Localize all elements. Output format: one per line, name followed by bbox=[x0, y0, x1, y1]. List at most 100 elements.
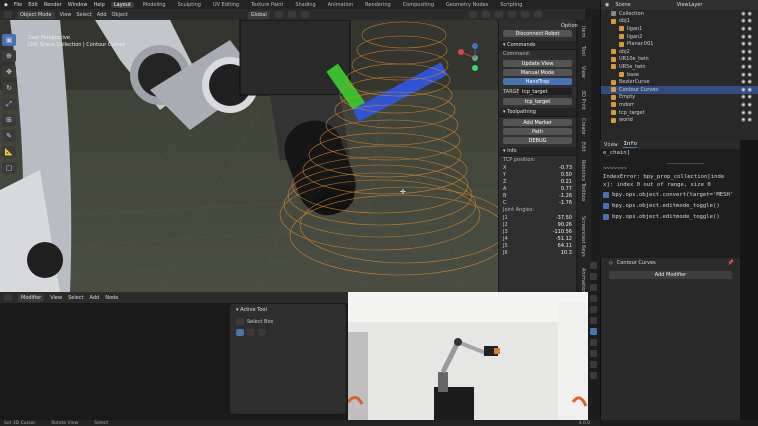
tab-shading[interactable]: Shading bbox=[292, 2, 318, 8]
tab-tool[interactable]: Tool bbox=[580, 46, 586, 56]
outliner-row[interactable]: Empty ◉◉ bbox=[601, 94, 758, 102]
tab-robotics-toolbox[interactable]: Robotics Toolbox bbox=[580, 160, 586, 202]
xray-icon[interactable] bbox=[507, 11, 516, 18]
tcp-target-button[interactable]: tcp_target bbox=[503, 98, 572, 105]
debug-button[interactable]: DEBUG bbox=[503, 137, 572, 144]
select-mode-subtract-icon[interactable] bbox=[258, 329, 266, 336]
select-mode-extend-icon[interactable] bbox=[247, 329, 255, 336]
visibility-toggles[interactable]: ◉◉ bbox=[741, 11, 754, 17]
material-properties-icon[interactable] bbox=[590, 372, 597, 379]
menu-view[interactable]: View bbox=[50, 295, 62, 301]
outliner-row[interactable]: base ◉◉ bbox=[601, 71, 758, 79]
tool-properties-icon[interactable] bbox=[590, 262, 597, 269]
modifier-properties-icon[interactable] bbox=[590, 328, 597, 335]
render-properties-icon[interactable] bbox=[590, 273, 597, 280]
menu-object[interactable]: Object bbox=[112, 12, 128, 18]
add-cube-tool-icon[interactable]: ▢ bbox=[2, 162, 16, 174]
tab-console-info[interactable]: Info bbox=[623, 141, 637, 148]
add-marker-button[interactable]: Add Marker bbox=[503, 119, 572, 126]
tab-edit[interactable]: Edit bbox=[580, 142, 586, 152]
menu-node[interactable]: Node bbox=[105, 295, 118, 301]
tab-compositing[interactable]: Compositing bbox=[400, 2, 437, 8]
outliner-row[interactable]: obj1 ◉◉ bbox=[601, 18, 758, 26]
outliner-row[interactable]: obj2 ◉◉ bbox=[601, 48, 758, 56]
hand-trap-button[interactable]: HandTrap bbox=[503, 78, 572, 85]
tab-3d-print[interactable]: 3D Print bbox=[580, 90, 586, 110]
scale-tool-icon[interactable]: ⤢ bbox=[2, 98, 16, 110]
outliner-row-selected[interactable]: Contour Curves ◉◉ bbox=[601, 85, 758, 94]
tab-screencast-keys[interactable]: Screencast Keys bbox=[580, 216, 586, 257]
orientation-dropdown[interactable]: Global bbox=[247, 10, 270, 19]
tab-view[interactable]: View bbox=[580, 66, 586, 78]
menu-file[interactable]: File bbox=[14, 2, 22, 8]
node-mode-dropdown[interactable]: Modifier bbox=[18, 293, 45, 302]
visibility-toggles[interactable]: ◉◉ bbox=[741, 26, 754, 32]
pivot-icon[interactable] bbox=[274, 11, 283, 18]
tab-uv-editing[interactable]: UV Editing bbox=[210, 2, 242, 8]
tab-item[interactable]: Item bbox=[580, 26, 586, 37]
visibility-toggles[interactable]: ◉◉ bbox=[741, 18, 754, 24]
console-command-row[interactable]: bpy.ops.object.convert(target='MESH' bbox=[600, 189, 740, 200]
navigation-gizmo[interactable] bbox=[455, 40, 485, 80]
mode-dropdown[interactable]: Object Mode bbox=[17, 10, 55, 19]
visibility-toggles[interactable]: ◉◉ bbox=[741, 56, 754, 62]
shading-solid-icon[interactable] bbox=[520, 11, 529, 18]
toolpathing-panel-header[interactable]: ▾ Toolpathing bbox=[499, 108, 576, 117]
data-properties-icon[interactable] bbox=[590, 361, 597, 368]
measure-tool-icon[interactable]: 📐 bbox=[2, 146, 16, 158]
outliner-row[interactable]: Collection ◉◉ bbox=[601, 10, 758, 18]
output-properties-icon[interactable] bbox=[590, 284, 597, 291]
target-field[interactable]: tcp_target bbox=[519, 88, 572, 95]
update-view-button[interactable]: Update View bbox=[503, 60, 572, 67]
outliner-row[interactable]: UR5e_twin ◉◉ bbox=[601, 63, 758, 71]
add-modifier-button[interactable]: Add Modifier bbox=[609, 271, 732, 279]
3d-viewport[interactable]: ▣ ⊕ ✥ ↻ ⤢ ⊞ ✎ 📐 ▢ User Perspective (24) … bbox=[0, 20, 498, 292]
tab-sculpting[interactable]: Sculpting bbox=[175, 2, 204, 8]
path-button[interactable]: Path bbox=[503, 128, 572, 135]
tab-modeling[interactable]: Modeling bbox=[140, 2, 169, 8]
snap-icon[interactable] bbox=[287, 11, 296, 18]
visibility-toggles[interactable]: ◉◉ bbox=[741, 34, 754, 40]
menu-render[interactable]: Render bbox=[44, 2, 62, 8]
manual-mode-button[interactable]: Manual Mode bbox=[503, 69, 572, 76]
constraint-properties-icon[interactable] bbox=[590, 350, 597, 357]
cursor-tool-icon[interactable]: ⊕ bbox=[2, 50, 16, 62]
menu-view[interactable]: View bbox=[60, 12, 72, 18]
scene-icon[interactable]: ◉ bbox=[605, 2, 609, 8]
menu-add[interactable]: Add bbox=[90, 295, 100, 301]
outliner-row[interactable]: Planar.001 ◉◉ bbox=[601, 40, 758, 48]
visibility-toggles[interactable]: ◉◉ bbox=[741, 64, 754, 70]
outliner-row[interactable]: ligan2 ◉◉ bbox=[601, 33, 758, 41]
tab-console-view[interactable]: View bbox=[604, 142, 617, 148]
editor-type-icon[interactable] bbox=[4, 294, 12, 301]
select-mode-set-icon[interactable] bbox=[236, 329, 244, 336]
tab-scripting[interactable]: Scripting bbox=[497, 2, 525, 8]
object-properties-icon[interactable] bbox=[590, 317, 597, 324]
annotate-tool-icon[interactable]: ✎ bbox=[2, 130, 16, 142]
physics-properties-icon[interactable] bbox=[590, 339, 597, 346]
tab-animation[interactable]: Animation bbox=[325, 2, 357, 8]
visibility-toggles[interactable]: ◉◉ bbox=[741, 49, 754, 55]
node-editor[interactable]: Modifier View Select Add Node ▾ Active T… bbox=[0, 292, 348, 420]
outliner-row[interactable]: world ◉◉ bbox=[601, 116, 758, 124]
outliner-row[interactable]: mdorr ◉◉ bbox=[601, 101, 758, 109]
menu-select[interactable]: Select bbox=[76, 12, 91, 18]
commands-panel-header[interactable]: ▾ Commands bbox=[499, 41, 576, 50]
editor-type-icon[interactable] bbox=[4, 11, 12, 18]
tab-rendering[interactable]: Rendering bbox=[362, 2, 394, 8]
tab-animation[interactable]: Animation bbox=[580, 268, 586, 294]
proportional-edit-icon[interactable] bbox=[300, 11, 309, 18]
view-layer-name[interactable]: ViewLayer bbox=[677, 2, 703, 8]
console-command-row[interactable]: bpy.ops.object.editmode_toggle() bbox=[600, 211, 740, 222]
transform-tool-icon[interactable]: ⊞ bbox=[2, 114, 16, 126]
disconnect-robot-button[interactable]: Disconnect Robot bbox=[503, 30, 572, 37]
shading-material-icon[interactable] bbox=[533, 11, 542, 18]
select-tool-icon[interactable]: ▣ bbox=[2, 34, 16, 46]
outliner-row[interactable]: UR10e_twin ◉◉ bbox=[601, 56, 758, 64]
visibility-toggles[interactable]: ◉◉ bbox=[741, 72, 754, 78]
visibility-toggles[interactable]: ◉◉ bbox=[741, 102, 754, 108]
info-panel-header[interactable]: ▾ Info bbox=[499, 147, 576, 156]
visibility-toggles[interactable]: ◉◉ bbox=[741, 94, 754, 100]
outliner-row[interactable]: tcp_target ◉◉ bbox=[601, 109, 758, 117]
outliner-row[interactable]: BezierCurve ◉◉ bbox=[601, 78, 758, 86]
